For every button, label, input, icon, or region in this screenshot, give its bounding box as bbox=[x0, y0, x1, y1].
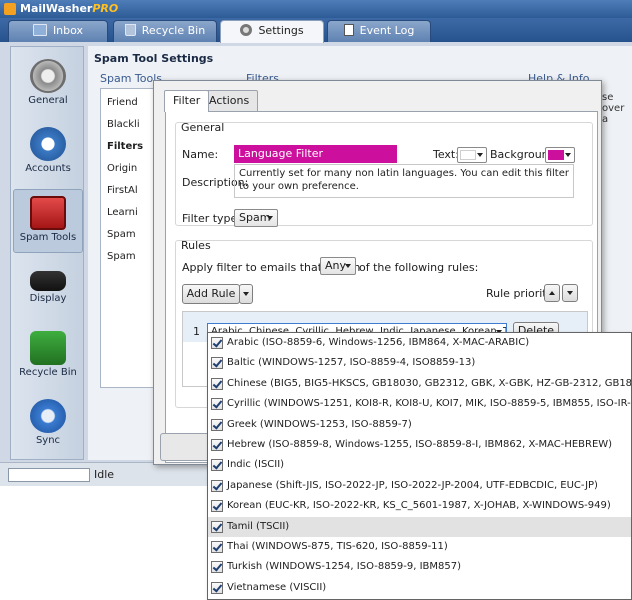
list-item[interactable]: Tamil (TSCII) bbox=[208, 516, 631, 537]
checkbox[interactable] bbox=[211, 541, 223, 553]
checkbox[interactable] bbox=[211, 500, 223, 513]
checkbox[interactable] bbox=[211, 459, 223, 472]
checkbox[interactable] bbox=[211, 357, 223, 370]
page-title: Spam Tool Settings bbox=[94, 52, 214, 65]
list-item[interactable]: Spam bbox=[107, 251, 136, 262]
title-bar: MailWasherPRO bbox=[0, 0, 632, 18]
checkbox[interactable] bbox=[211, 377, 223, 390]
add-rule-button[interactable]: Add Rule bbox=[182, 284, 240, 304]
list-item[interactable]: Thai (WINDOWS-875, TIS-620, ISO-8859-11) bbox=[208, 537, 631, 557]
recycle-bin-icon bbox=[124, 24, 136, 36]
accounts-at-icon bbox=[30, 127, 66, 161]
text-color-label: Text: bbox=[433, 148, 459, 161]
list-item[interactable]: Chinese (BIG5, BIG5-HKSCS, GB18030, GB23… bbox=[208, 374, 631, 394]
sidebar-item-sync[interactable]: Sync bbox=[13, 393, 83, 457]
event-log-icon bbox=[343, 24, 354, 36]
checkbox[interactable] bbox=[211, 561, 223, 574]
sidebar-item-accounts[interactable]: Accounts bbox=[13, 121, 83, 185]
chevron-down-icon bbox=[477, 153, 483, 157]
text-color-swatch bbox=[460, 150, 476, 160]
background-color-picker[interactable] bbox=[545, 147, 575, 163]
status-text: Idle bbox=[94, 468, 115, 481]
name-label: Name: bbox=[182, 148, 219, 161]
list-item[interactable]: Turkish (WINDOWS-1254, ISO-8859-9, IBM85… bbox=[208, 557, 631, 577]
settings-sidebar: General Accounts Spam Tools Display Recy… bbox=[10, 46, 84, 460]
list-item[interactable]: FirstAl bbox=[107, 185, 138, 196]
list-item[interactable]: Baltic (WINDOWS-1257, ISO-8859-4, ISO885… bbox=[208, 353, 631, 373]
tab-filter[interactable]: Filter bbox=[164, 90, 210, 112]
general-gear-icon bbox=[30, 59, 66, 93]
add-rule-dropdown-button[interactable] bbox=[239, 284, 253, 304]
checkbox[interactable] bbox=[211, 581, 223, 594]
list-item[interactable]: Arabic (ISO-8859-6, Windows-1256, IBM864… bbox=[208, 333, 631, 353]
list-item[interactable]: Korean (EUC-KR, ISO-2022-KR, KS_C_5601-1… bbox=[208, 496, 631, 516]
list-item[interactable]: Vietnamese (VISCII) bbox=[208, 578, 631, 598]
list-item[interactable]: Friend bbox=[107, 97, 138, 108]
list-item[interactable]: Japanese (Shift-JIS, ISO-2022-JP, ISO-20… bbox=[208, 476, 631, 496]
toolbox-icon bbox=[30, 196, 66, 230]
sync-icon bbox=[30, 399, 66, 433]
tab-event-log[interactable]: Event Log bbox=[327, 20, 431, 42]
list-item[interactable]: Cyrillic (WINDOWS-1251, KOI8-R, KOI8-U, … bbox=[208, 394, 631, 414]
tab-settings[interactable]: Settings bbox=[220, 20, 324, 43]
following-rules-label: of the following rules: bbox=[359, 261, 479, 274]
main-tab-strip: Inbox Recycle Bin Settings Event Log bbox=[0, 18, 632, 43]
app-logo: MailWasherPRO bbox=[20, 2, 119, 15]
chevron-down-icon bbox=[267, 216, 273, 220]
chevron-down-icon bbox=[243, 292, 249, 296]
sidebar-item-general[interactable]: General bbox=[13, 53, 83, 117]
priority-up-button[interactable] bbox=[544, 284, 560, 302]
priority-down-button[interactable] bbox=[562, 284, 578, 302]
rule-number: 1 bbox=[193, 325, 200, 338]
mailwasher-logo-icon bbox=[4, 3, 16, 15]
sidebar-item-recycle-bin[interactable]: Recycle Bin bbox=[13, 325, 83, 389]
general-section: General Name: Language Filter Text: Back… bbox=[175, 121, 593, 227]
list-item[interactable]: Spam bbox=[107, 229, 136, 240]
recycle-icon bbox=[30, 331, 66, 365]
match-mode-select[interactable]: Any bbox=[320, 257, 356, 275]
filter-type-label: Filter type: bbox=[182, 212, 242, 225]
checkbox[interactable] bbox=[211, 439, 223, 451]
list-item[interactable]: Indic (ISCII) bbox=[208, 455, 631, 475]
rules-section-title: Rules bbox=[181, 239, 211, 252]
inbox-icon bbox=[32, 24, 47, 36]
chevron-down-icon bbox=[345, 264, 351, 268]
checkbox[interactable] bbox=[211, 418, 223, 431]
checkbox[interactable] bbox=[211, 479, 223, 492]
list-item[interactable]: Hebrew (ISO-8859-8, Windows-1255, ISO-88… bbox=[208, 435, 631, 455]
glasses-icon bbox=[30, 271, 66, 291]
list-item[interactable]: Learni bbox=[107, 207, 138, 218]
chevron-down-icon bbox=[565, 153, 571, 157]
checkbox[interactable] bbox=[211, 337, 223, 349]
checkbox[interactable] bbox=[211, 520, 223, 533]
list-item[interactable]: Origin bbox=[107, 163, 137, 174]
filter-type-select[interactable]: Spam bbox=[234, 209, 278, 227]
help-text: se over a bbox=[602, 92, 625, 125]
sidebar-item-spam-tools[interactable]: Spam Tools bbox=[13, 189, 83, 253]
tab-inbox[interactable]: Inbox bbox=[8, 20, 108, 42]
gear-icon bbox=[240, 24, 253, 36]
arrow-down-icon bbox=[567, 291, 573, 295]
list-item[interactable]: Blackli bbox=[107, 119, 140, 130]
checkbox[interactable] bbox=[211, 398, 223, 411]
arrow-up-icon bbox=[549, 291, 555, 295]
background-color-swatch bbox=[548, 150, 564, 160]
description-input[interactable]: Currently set for many non latin languag… bbox=[234, 164, 574, 198]
sidebar-item-display[interactable]: Display bbox=[13, 257, 83, 321]
language-dropdown-list: Arabic (ISO-8859-6, Windows-1256, IBM864… bbox=[207, 332, 632, 600]
text-color-picker[interactable] bbox=[457, 147, 487, 163]
general-section-title: General bbox=[181, 121, 225, 134]
tab-recycle-bin[interactable]: Recycle Bin bbox=[113, 20, 217, 42]
spam-tools-list: Friend Blackli Filters Origin FirstAl Le… bbox=[100, 88, 156, 388]
filter-name-input[interactable]: Language Filter bbox=[234, 145, 397, 163]
list-item[interactable]: Filters bbox=[107, 141, 143, 152]
progress-bar bbox=[8, 468, 90, 482]
list-item[interactable]: Greek (WINDOWS-1253, ISO-8859-7) bbox=[208, 415, 631, 435]
